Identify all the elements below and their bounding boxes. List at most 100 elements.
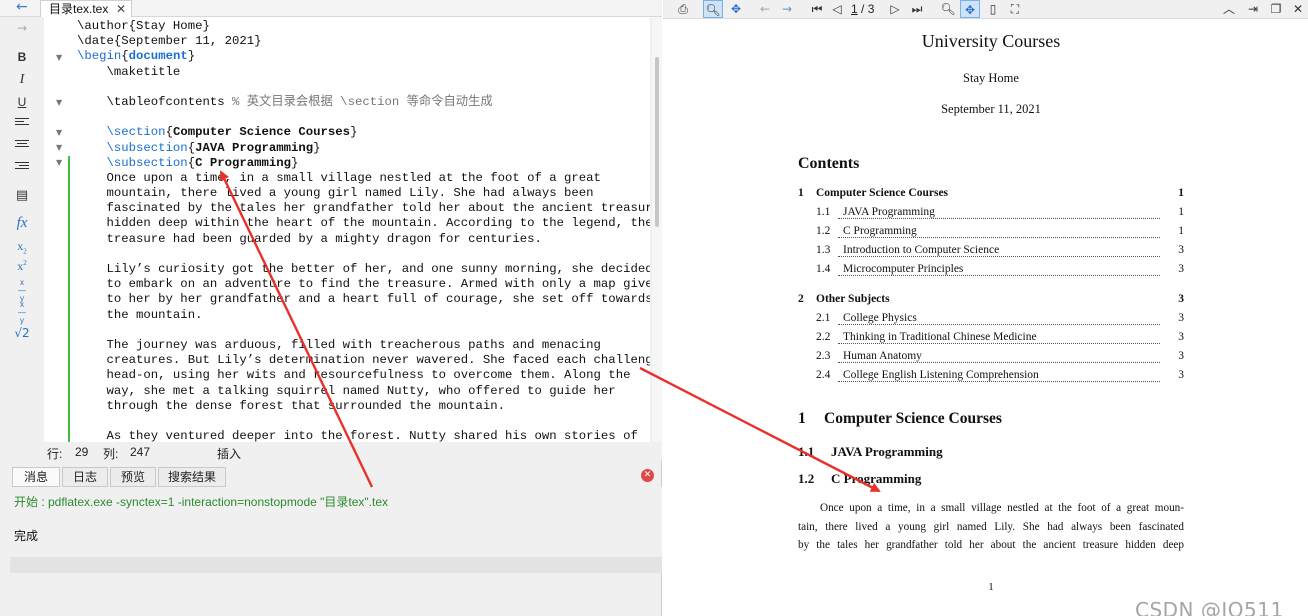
close-panel-icon[interactable]: ✕ [641,469,654,482]
subsection-number: 1.2 [798,471,815,486]
document-icon[interactable]: ▤ [10,188,34,203]
current-page[interactable]: 1 [851,2,858,16]
back-icon[interactable]: ← [755,0,775,18]
toc-title: Human Anatomy [843,350,926,362]
body-line: Once upon a time, in a small village nes… [820,502,1184,514]
status-bar: 行: 29 列: 247 插入 [0,442,662,461]
code-line: creatures. But Lily’s determination neve… [77,353,650,368]
scrollbar-thumb[interactable] [655,57,659,227]
forward-arrow-icon[interactable]: → [10,21,34,35]
dfrac-icon[interactable]: x — y [10,301,34,325]
fold-marker-icon[interactable]: ▼ [56,98,62,107]
toc-number: 1.3 [816,244,831,256]
code-line: \maketitle [77,64,181,79]
sync-icon[interactable]: ⎙ [673,0,693,18]
fold-marker-icon[interactable]: ▼ [56,53,62,62]
toc-number: 2.1 [816,312,831,324]
subscript-icon[interactable]: x2 [10,239,34,255]
align-left-icon[interactable] [10,116,34,127]
fullscreen-icon[interactable]: ⛶ [1005,0,1025,18]
toc-subsection-entry[interactable]: 1.4 Microcomputer Principles 3 [798,263,1184,279]
toc-subsection-entry[interactable]: 2.2 Thinking in Traditional Chinese Medic… [798,331,1184,347]
toc-leader-dots [838,381,1160,382]
fit-page-icon[interactable]: ▯ [983,0,1003,18]
editor-pane: ← 目录tex.tex ✕ → B I U ▤ fx x2 x2 x — y x — y… [0,0,662,616]
code-line: \section{Computer Science Courses} [77,125,358,140]
code-line: As they ventured deeper into the forest.… [77,429,638,442]
last-page-icon[interactable]: ⏭ [907,0,927,18]
back-arrow-icon[interactable]: ← [16,0,28,15]
code-line: fascinated by the tales her grandfather … [77,201,650,216]
bold-icon[interactable]: B [10,50,34,64]
fold-marker-icon[interactable]: ▼ [56,158,62,167]
body-paragraph: Once upon a time, in a small village nes… [798,499,1184,555]
toc-title: C Programming [843,225,921,237]
close-tab-icon[interactable]: ✕ [116,1,126,17]
code-line: hidden deep within the heart of the moun… [77,216,650,231]
zoom-tool-icon[interactable]: 🔍︎ [703,0,723,18]
toc-title: JAVA Programming [843,206,939,218]
forward-icon[interactable]: → [777,0,797,18]
collapse-icon[interactable]: ︿ [1219,0,1239,18]
toc-subsection-entry[interactable]: 1.2 C Programming 1 [798,225,1184,241]
sqrt-icon[interactable]: √2 [10,326,34,340]
function-icon[interactable]: fx [10,215,34,232]
contents-heading: Contents [798,155,860,172]
page-indicator[interactable]: 1 / 3 [851,2,874,16]
underline-icon[interactable]: U [10,95,34,109]
tab-log[interactable]: 日志 [62,467,108,487]
superscript-icon[interactable]: x2 [10,259,34,274]
window-icon[interactable]: ❐ [1266,0,1286,18]
toc-section-entry[interactable]: 2 Other Subjects 3 [798,293,1184,309]
toc-subsection-entry[interactable]: 2.1 College Physics 3 [798,312,1184,328]
italic-icon[interactable]: I [10,72,34,88]
watermark: CSDN @JQ511 [1135,598,1284,616]
align-center-icon[interactable] [10,138,34,149]
subsection-heading: 1.1 JAVA Programming [798,444,943,460]
fold-gutter: ▼ ▼ ▼ ▼ ▼ [44,17,70,442]
hand-tool-icon[interactable]: ✥ [960,0,980,18]
pdf-viewer: ⎙ 🔍︎ ✥ ← → ⏮ ◁ 1 / 3 ▷ ⏭ 🔍︎ ✥ ▯ ⛶ ︿ ⇥ ❐ … [663,0,1308,616]
toc-subsection-entry[interactable]: 1.1 JAVA Programming 1 [798,206,1184,222]
first-page-icon[interactable]: ⏮ [807,0,827,18]
fold-marker-icon[interactable]: ▼ [56,128,62,137]
align-right-icon[interactable] [10,160,34,171]
tab-preview[interactable]: 预览 [110,467,156,487]
next-page-icon[interactable]: ▷ [885,0,905,18]
code-line: to embark on an adventure to find the tr… [77,277,650,292]
compile-command: 开始 : pdflatex.exe -synctex=1 -interactio… [14,495,389,509]
fold-marker-icon[interactable]: ▼ [56,143,62,152]
toc-number: 1.2 [816,225,831,237]
dock-icon[interactable]: ⇥ [1243,0,1263,18]
toc-section-entry[interactable]: 1 Computer Science Courses 1 [798,187,1184,203]
close-viewer-icon[interactable]: ✕ [1288,0,1308,18]
toc-number: 2.3 [816,350,831,362]
file-tab[interactable]: 目录tex.tex ✕ [40,0,132,17]
code-line: \begin{document} [77,49,196,64]
line-label: 行: [47,447,63,461]
editor-tab-bar: ← 目录tex.tex ✕ [0,0,662,17]
tab-search-results[interactable]: 搜索结果 [158,467,226,487]
horizontal-scrollbar[interactable] [10,557,662,573]
section-heading: 1 Computer Science Courses [798,410,1002,428]
toc-subsection-entry[interactable]: 2.4 College English Listening Comprehensi… [798,369,1184,385]
pan-tool-icon[interactable]: ✥ [726,0,746,18]
line-value: 29 [75,445,89,459]
code-line: head-on, using her wits and resourcefuln… [77,368,631,383]
code-line: \subsection{C Programming} [77,155,299,170]
toc-subsection-entry[interactable]: 2.3 Human Anatomy 3 [798,350,1184,366]
code-editor[interactable]: \author{Stay Home} \date{September 11, 20… [70,17,650,442]
pdf-page[interactable]: University Courses Stay Home September 1… [663,19,1308,616]
subsection-title: JAVA Programming [831,444,943,459]
subsection-number: 1.1 [798,444,815,459]
toc-subsection-entry[interactable]: 1.3 Introduction to Computer Science 3 [798,244,1184,260]
code-line: treasure had been guarded by a mighty dr… [77,231,542,246]
editor-scrollbar[interactable] [652,17,662,442]
tab-messages[interactable]: 消息 [12,467,60,487]
magnifier-icon[interactable]: 🔍︎ [938,0,958,18]
column-label: 列: [103,447,119,461]
code-line: \date{September 11, 2021} [77,34,262,49]
prev-page-icon[interactable]: ◁ [827,0,847,18]
